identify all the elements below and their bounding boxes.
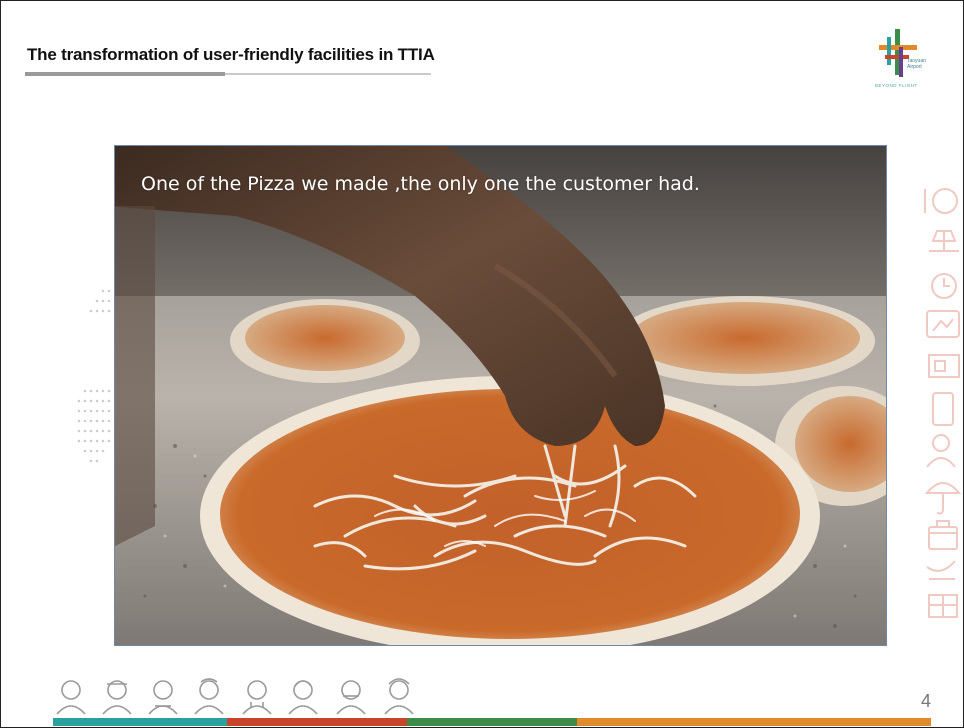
person-icon-2 xyxy=(102,680,132,715)
slide-title: The transformation of user-friendly faci… xyxy=(27,45,435,64)
dot-pattern-decoration xyxy=(77,289,111,463)
person-icon-6 xyxy=(288,680,318,715)
slide: The transformation of user-friendly faci… xyxy=(0,0,964,728)
person-icon-7 xyxy=(336,680,366,715)
footer-bar-orange xyxy=(577,718,931,726)
logo-tagline: BEYOND FLIGHT xyxy=(875,83,918,88)
pizza-photo-illustration xyxy=(115,146,886,645)
footer-bar-green xyxy=(407,718,577,726)
facility-icons-decoration xyxy=(924,188,962,618)
page-number: 4 xyxy=(921,691,932,711)
footer-bar-teal xyxy=(53,718,227,726)
person-icon-4 xyxy=(194,678,224,715)
photo-caption: One of the Pizza we made ,the only one t… xyxy=(141,173,700,195)
people-icons-decoration xyxy=(56,678,414,715)
logo-wordmark: Taoyuan Airport xyxy=(907,58,926,70)
title-underline xyxy=(25,72,225,76)
title-underline-light xyxy=(225,73,431,75)
footer-bar-red xyxy=(227,718,407,726)
pizza-photo xyxy=(114,145,887,646)
person-icon-1 xyxy=(56,680,86,715)
person-icon-3 xyxy=(148,680,178,715)
person-icon-5 xyxy=(242,680,272,715)
logo-line2: Airport xyxy=(907,64,922,70)
person-icon-8 xyxy=(384,678,414,715)
